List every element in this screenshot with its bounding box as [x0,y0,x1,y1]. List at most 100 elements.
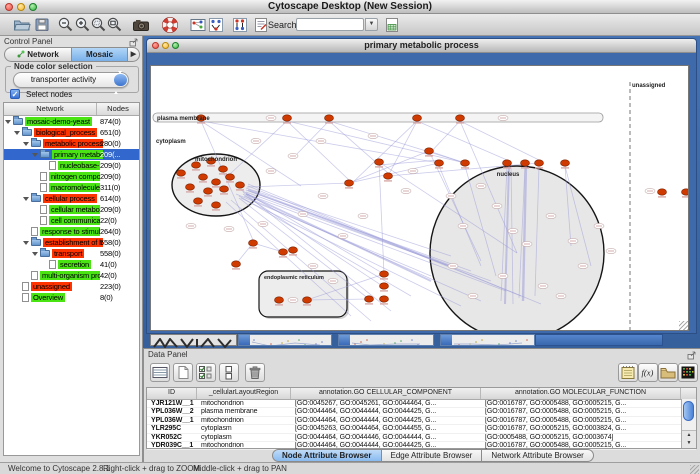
graph-node[interactable] [325,115,334,121]
graph-node[interactable] [345,180,354,186]
graph-node[interactable] [535,160,544,166]
expander-icon[interactable] [32,153,38,157]
expander-icon[interactable] [23,241,29,245]
tree-row[interactable]: nitrogen compo209(0) [4,171,139,182]
tree-row[interactable]: cellular metabo209(0) [4,204,139,215]
help-ring-icon[interactable] [161,16,179,34]
graph-node[interactable] [380,296,389,302]
expander-icon[interactable] [23,142,29,146]
graph-node[interactable] [435,160,444,166]
graph-node[interactable] [226,174,235,180]
graph-node[interactable] [204,188,213,194]
graph-node[interactable] [456,115,465,121]
graph-node[interactable] [194,198,203,204]
graph-node[interactable] [212,179,221,185]
graph-node[interactable] [283,115,292,121]
table-row[interactable]: YPL036W__1mitochondrion[GO:0044464, GO:0… [147,417,696,425]
tree-row[interactable]: secretion41(0) [4,259,139,270]
graph-node[interactable] [365,296,374,302]
tab-mosaic[interactable]: Mosaic [71,47,128,62]
graph-node[interactable] [212,202,221,208]
undock-icon[interactable] [687,351,696,360]
expander-icon[interactable] [5,120,11,124]
graph-node[interactable] [275,297,284,303]
app-titlebar[interactable]: Cytoscape Desktop (New Session) [0,0,700,14]
column-header[interactable]: annotation.GO MOLECULAR_FUNCTION [481,388,681,399]
tree-row[interactable]: cell communica22(0) [4,215,139,226]
select-attributes-button[interactable] [196,363,216,382]
unselect-attributes-button[interactable] [219,363,239,382]
tab-edge-attribute-browser[interactable]: Edge Attribute Browser [382,449,483,462]
minimized-window[interactable] [535,334,663,346]
graph-node[interactable] [199,174,208,180]
attribute-table-button[interactable] [150,363,170,382]
tab-node-attribute-browser[interactable]: Node Attribute Browser [272,449,382,462]
graph-node[interactable] [375,159,384,165]
expander-icon[interactable] [23,197,29,201]
table-row[interactable]: YLR295Ccytoplasm[GO:0045263, GO:0044464,… [147,425,696,433]
expander-icon[interactable] [14,131,20,135]
graph-node[interactable] [236,182,245,188]
graph-node[interactable] [279,249,288,255]
tree-row[interactable]: primary metabo209(... [4,149,139,160]
graph-node[interactable] [413,115,422,121]
tree-row[interactable]: unassigned223(0) [4,281,139,292]
graph-node[interactable] [682,189,689,195]
network-view-window[interactable]: primary metabolic process plasma [146,38,697,334]
minimized-window[interactable] [440,334,535,346]
graph-node[interactable] [561,160,570,166]
search-dropdown-button[interactable]: ▼ [365,18,378,31]
tree-row[interactable]: nucleobase-209(0) [4,160,139,171]
zoom-fit-button[interactable] [106,16,124,34]
tree-row[interactable]: Overview8(0) [4,292,139,303]
column-header-nodes[interactable]: Nodes [97,103,139,115]
tree-row[interactable]: multi-organism pro42(0) [4,270,139,281]
scrollbar-thumb[interactable] [683,401,694,421]
column-header[interactable]: ID [147,388,197,399]
graph-node[interactable] [220,186,229,192]
save-session-button[interactable] [33,16,51,34]
layout-a-button[interactable] [207,16,225,34]
tree-row[interactable]: transport558(0) [4,248,139,259]
graph-node[interactable] [186,184,195,190]
column-header-network[interactable]: Network [4,103,97,115]
graph-node[interactable] [503,160,512,166]
attribute-editor-button[interactable] [618,363,638,382]
window-resize-grip[interactable] [690,465,699,474]
table-row[interactable]: YJR121W__1mitochondrion[GO:0045267, GO:0… [147,400,696,408]
graph-node[interactable] [380,271,389,277]
new-attribute-button[interactable] [173,363,193,382]
tree-row[interactable]: metabolic process280(0) [4,138,139,149]
layout-b-button[interactable] [231,16,249,34]
undock-icon[interactable] [129,38,138,47]
network-overview-button[interactable] [189,16,207,34]
graph-node[interactable] [219,166,228,172]
table-row[interactable]: YPL036W__2plasma membrane[GO:0044464, GO… [147,408,696,416]
network-canvas[interactable]: plasma membrane cytoplasm mitochondrion … [150,65,689,331]
delete-attribute-button[interactable] [245,363,265,382]
graph-node[interactable] [177,170,186,176]
graph-node[interactable] [521,160,530,166]
tree-row[interactable]: cellular process614(0) [4,193,139,204]
tab-overflow-button[interactable]: ▶ [127,47,140,62]
minimized-window[interactable] [338,334,434,346]
column-header[interactable]: annotation.GO CELLULAR_COMPONENT [291,388,481,399]
graph-node[interactable] [303,297,312,303]
minimized-window[interactable] [238,334,332,346]
attribute-matrix-button[interactable] [678,363,698,382]
open-session-button[interactable] [13,16,31,34]
search-input[interactable] [296,18,364,31]
resize-grip[interactable] [679,321,688,330]
graph-node[interactable] [232,261,241,267]
search-options-button[interactable] [383,16,401,34]
tree-row[interactable]: mosaic-demo-yeast874(0) [4,116,139,127]
table-row[interactable]: YKR052Ccytoplasm[GO:0044464, GO:0044446,… [147,434,696,442]
graph-node[interactable] [461,160,470,166]
function-builder-button[interactable]: f(x) [638,363,658,382]
network-window-titlebar[interactable]: primary metabolic process [147,39,696,53]
import-attributes-button[interactable] [658,363,678,382]
graph-node[interactable] [289,247,298,253]
zoom-out-button[interactable] [57,16,75,34]
node-color-dropdown[interactable]: transporter activity [13,72,129,88]
snapshot-button[interactable] [132,16,150,34]
